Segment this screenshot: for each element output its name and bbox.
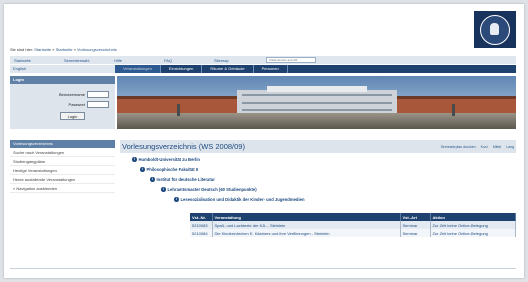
main-content: Vorlesungsverzeichnis (WS 2008/09) Semes… — [120, 140, 516, 237]
username-label: Benutzername — [58, 92, 85, 97]
topnav-faq[interactable]: FAQ — [160, 58, 210, 63]
cell-vst-art: Seminar — [400, 229, 431, 237]
topnav-hilfe[interactable]: Hilfe — [110, 58, 160, 63]
sidebar-item-suche[interactable]: Suche nach Veranstaltungen — [10, 148, 115, 157]
topnav-sitemap[interactable]: Sitemap — [210, 58, 260, 63]
col-header-aktion: Aktion — [430, 213, 516, 221]
tab-personen[interactable]: Personen — [254, 65, 288, 73]
password-input[interactable] — [87, 101, 109, 108]
breadcrumb-prefix: Sie sind hier: — [10, 47, 34, 52]
cell-aktion: Zur Zeit keine Online-Belegung — [430, 221, 516, 229]
cell-veranstaltung-link[interactable]: Die Kindermärchen E. Kästners und ihre V… — [212, 229, 401, 237]
login-header: Login — [10, 76, 115, 84]
username-input[interactable] — [87, 91, 109, 98]
sub-navigation: English Veranstaltungen Einrichtungen Rä… — [10, 65, 516, 73]
hierarchy-tree: i Humboldt-Universität zu Berlin i Philo… — [120, 153, 516, 202]
language-switch[interactable]: English — [10, 65, 115, 73]
col-header-vst-art: Vst.-Art — [400, 213, 431, 221]
view-medium-link[interactable]: Mittel — [493, 145, 501, 149]
info-circle-icon: i — [174, 197, 179, 202]
table-header-row: Vst.-Nr. Veranstaltung Vst.-Art Aktion — [190, 213, 516, 221]
tree-node[interactable]: i Philosophische Fakultät II — [140, 167, 198, 172]
main-tabs: Veranstaltungen Einrichtungen Räume & Ge… — [115, 65, 516, 73]
sidebar-item-navigation-ausblenden[interactable]: » Navigation ausblenden — [10, 184, 115, 193]
cell-veranstaltung-link[interactable]: Spaß- und Lachtexte der KJL - Steinlein — [212, 221, 401, 229]
password-label: Passwort — [68, 102, 85, 107]
panorama-graphic — [117, 76, 516, 129]
tab-einrichtungen[interactable]: Einrichtungen — [161, 65, 203, 73]
topnav-semesterwahl[interactable]: Semesterwahl — [60, 58, 110, 63]
site-search-input[interactable]: Volltextsuche auf HIS — [266, 57, 316, 63]
info-circle-icon: i — [140, 167, 145, 172]
username-row: Benutzername — [59, 91, 109, 98]
content-titlebar: Vorlesungsverzeichnis (WS 2008/09) Semes… — [120, 140, 516, 153]
tree-node-label: Philosophische Fakultät II — [146, 167, 199, 172]
tree-node[interactable]: i Lehramtsmaster Deutsch (60 Studienpunk… — [161, 187, 257, 192]
top-navigation: Startseite Semesterwahl Hilfe FAQ Sitema… — [10, 56, 516, 64]
cell-vst-nr: 5210084 — [190, 229, 213, 237]
sidebar-item-studiengangplaene[interactable]: Studiengangpläne — [10, 157, 115, 166]
course-table: Vst.-Nr. Veranstaltung Vst.-Art Aktion 5… — [190, 213, 516, 237]
tree-node-label: Institut für deutsche Literatur — [156, 177, 215, 182]
sidebar-item-ausfallende[interactable]: Heute ausfallende Veranstaltungen — [10, 175, 115, 184]
info-circle-icon: i — [161, 187, 166, 192]
table-row: 5210083 Spaß- und Lachtexte der KJL - St… — [190, 221, 516, 229]
tab-veranstaltungen[interactable]: Veranstaltungen — [115, 65, 161, 73]
cell-aktion: Zur Zeit keine Online-Belegung — [430, 229, 516, 237]
breadcrumb-link-startseite-2[interactable]: Startseite — [56, 47, 73, 52]
breadcrumb: Sie sind hier: Startseite » Startseite »… — [10, 47, 117, 52]
breadcrumb-link-vorlesungsverzeichnis[interactable]: Vorlesungsverzeichnis — [77, 47, 117, 52]
password-row: Passwort — [69, 101, 109, 108]
cell-vst-nr: 5210083 — [190, 221, 213, 229]
tree-node-label: Lehramtsmaster Deutsch (60 Studienpunkte… — [167, 187, 257, 192]
sidebar: Vorlesungsverzeichnis Suche nach Veranst… — [10, 140, 115, 193]
breadcrumb-link-startseite[interactable]: Startseite — [34, 47, 51, 52]
col-header-vst-nr: Vst.-Nr. — [190, 213, 213, 221]
print-plan-link[interactable]: Semesterplan drucken — [441, 145, 476, 149]
tree-node[interactable]: i Humboldt-Universität zu Berlin — [132, 157, 200, 162]
university-logo[interactable] — [474, 11, 516, 48]
sidebar-header: Vorlesungsverzeichnis — [10, 140, 115, 148]
table-row: 5210084 Die Kindermärchen E. Kästners un… — [190, 229, 516, 237]
campus-panorama-image — [117, 76, 516, 129]
login-button[interactable]: Login — [60, 112, 85, 120]
cell-vst-art: Seminar — [400, 221, 431, 229]
tree-node[interactable]: i Institut für deutsche Literatur — [150, 177, 215, 182]
tree-node[interactable]: i Lesesozialisation und Didaktik der Kin… — [174, 197, 305, 202]
view-options: Semesterplan drucken Kurz Mittel Lang — [441, 145, 516, 149]
tree-node-label: Humboldt-Universität zu Berlin — [138, 157, 200, 162]
page: Sie sind hier: Startseite » Startseite »… — [4, 4, 524, 278]
university-seal-icon — [480, 14, 510, 45]
topnav-startseite[interactable]: Startseite — [10, 58, 60, 63]
view-short-link[interactable]: Kurz — [481, 145, 488, 149]
info-circle-icon: i — [150, 177, 155, 182]
info-circle-icon: i — [132, 157, 137, 162]
login-box: Login Benutzername Passwort Login — [10, 76, 115, 129]
tab-raeume-gebaeude[interactable]: Räume & Gebäude — [202, 65, 254, 73]
view-long-link[interactable]: Lang — [506, 145, 514, 149]
col-header-veranstaltung: Veranstaltung — [212, 213, 401, 221]
page-title: Vorlesungsverzeichnis (WS 2008/09) — [122, 142, 245, 151]
sidebar-item-heutige[interactable]: Heutige Veranstaltungen — [10, 166, 115, 175]
tree-node-label: Lesesozialisation und Didaktik der Kinde… — [180, 197, 305, 202]
footer-divider — [10, 268, 516, 269]
